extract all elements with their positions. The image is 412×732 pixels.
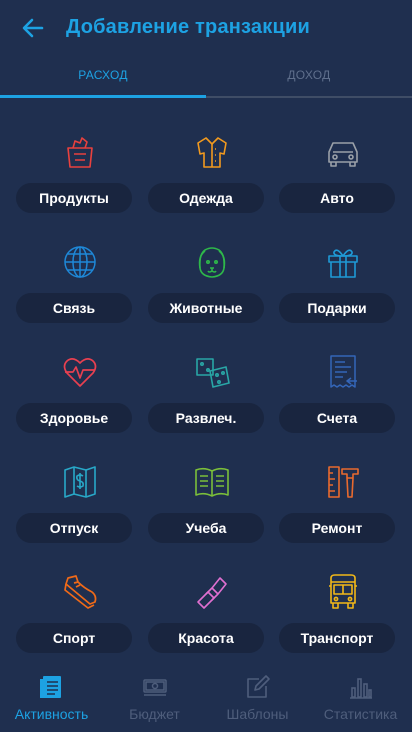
nav-label: Статистика [323, 706, 398, 722]
tab-income[interactable]: ДОХОД [206, 58, 412, 96]
category-health[interactable]: Здоровье [15, 318, 145, 433]
nav-templates[interactable]: Шаблоны [206, 662, 309, 732]
category-entertainment[interactable]: Развлеч. [147, 318, 277, 433]
dice-icon [196, 358, 230, 388]
category-vacation[interactable]: Отпуск [15, 428, 145, 543]
budget-icon [143, 679, 167, 696]
activity-icon [40, 676, 61, 698]
category-grid: Продукты Одежда Авто Связь Животные Пода… [0, 98, 412, 658]
category-beauty[interactable]: Красота [147, 538, 277, 653]
category-animals[interactable]: Животные [147, 208, 277, 323]
bill-icon [330, 355, 357, 388]
grocery-bag-icon [67, 137, 93, 168]
nav-budget[interactable]: Бюджет [103, 662, 206, 732]
nav-label: Шаблоны [226, 706, 289, 722]
category-repair[interactable]: Ремонт [278, 428, 408, 543]
category-clothes[interactable]: Одежда [147, 98, 277, 213]
open-book-icon [195, 467, 229, 497]
nav-activity[interactable]: Активность [0, 662, 103, 732]
category-sport[interactable]: Спорт [15, 538, 145, 653]
category-auto[interactable]: Авто [278, 98, 408, 213]
category-label: Спорт [16, 623, 132, 653]
app-bar: Добавление транзакции [0, 0, 412, 58]
map-dollar-icon [64, 466, 96, 498]
car-icon [328, 142, 358, 167]
back-arrow-icon[interactable] [20, 14, 46, 42]
dog-icon [198, 247, 226, 278]
bus-icon [329, 574, 357, 609]
tab-bar: РАСХОД ДОХОД [0, 58, 412, 98]
lipstick-icon [197, 577, 227, 609]
sneaker-icon [64, 575, 97, 609]
nav-label: Бюджет [129, 706, 180, 722]
category-groceries[interactable]: Продукты [15, 98, 145, 213]
nav-label: Активность [14, 706, 89, 722]
tools-icon [328, 466, 359, 498]
category-education[interactable]: Учеба [147, 428, 277, 543]
category-label: Красота [148, 623, 264, 653]
category-label: Транспорт [279, 623, 395, 653]
heart-pulse-icon [63, 358, 97, 387]
globe-icon [64, 246, 96, 278]
tab-expense[interactable]: РАСХОД [0, 58, 206, 96]
category-gifts[interactable]: Подарки [278, 208, 408, 323]
bottom-navigation: Активность Бюджет Шаблоны Статистика [0, 662, 412, 732]
category-bills[interactable]: Счета [278, 318, 408, 433]
statistics-icon [350, 678, 372, 699]
category-communication[interactable]: Связь [15, 208, 145, 323]
templates-icon [247, 675, 270, 698]
gift-icon [328, 249, 358, 278]
shirt-icon [197, 137, 227, 168]
page-title: Добавление транзакции [66, 16, 310, 38]
nav-statistics[interactable]: Статистика [309, 662, 412, 732]
category-transport[interactable]: Транспорт [278, 538, 408, 653]
